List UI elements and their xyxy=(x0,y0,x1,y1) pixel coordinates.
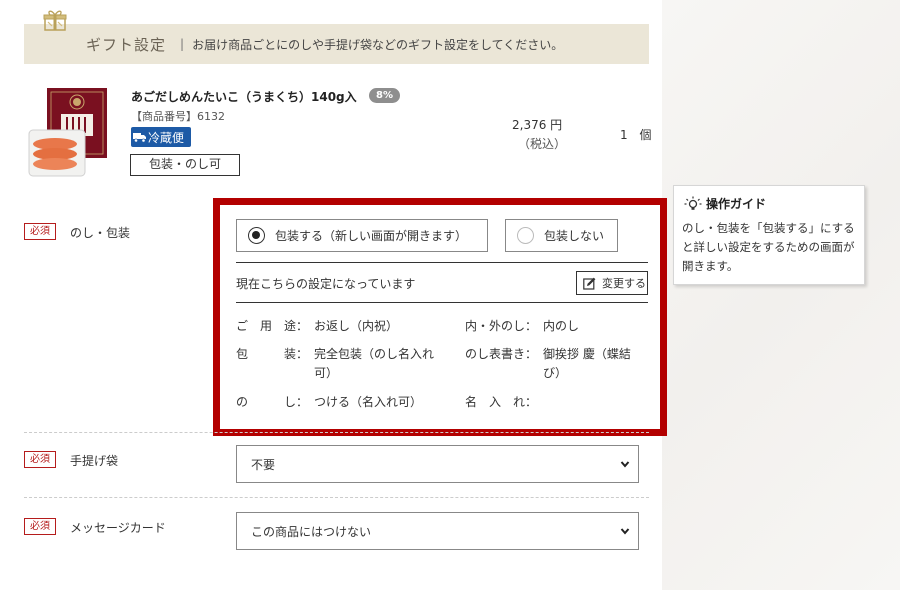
guide-title: 操作ガイド xyxy=(684,195,766,212)
change-settings-button[interactable]: 変更する xyxy=(576,271,648,295)
chevron-down-icon xyxy=(620,461,630,468)
product-number: 【商品番号】6132 xyxy=(131,110,225,123)
row-divider xyxy=(24,497,649,498)
detail-noshi-value: つける（名入れ可） xyxy=(314,395,423,409)
required-badge-bag: 必須 xyxy=(24,451,56,468)
detail-inner-outer-value: 内のし xyxy=(543,319,580,333)
shopping-bag-select[interactable]: 不要 xyxy=(236,445,639,483)
chevron-down-icon xyxy=(620,528,630,535)
delivery-badge-label: 冷蔵便 xyxy=(148,130,185,145)
gift-settings-separator: | xyxy=(180,37,185,51)
gift-settings-title: ギフト設定 xyxy=(86,35,167,54)
detail-inscription-value-line2: び） xyxy=(543,366,568,380)
divider-top xyxy=(236,262,648,263)
product-name: あごだしめんたいこ（うまくち）140g入 xyxy=(131,90,357,104)
radio-wrap-selected[interactable] xyxy=(248,227,265,244)
wrapping-available-label: 包装・のし可 xyxy=(130,154,240,176)
required-badge-noshi: 必須 xyxy=(24,223,56,240)
price-tax-note: （税込） xyxy=(518,137,567,151)
option-wrap-label: 包装する（新しい画面が開きます） xyxy=(275,229,468,243)
message-card-label: メッセージカード xyxy=(70,521,166,535)
gift-settings-description: お届け商品ごとにのしや手提げ袋などのギフト設定をしてください。 xyxy=(192,37,564,52)
shopping-bag-selected-value: 不要 xyxy=(251,457,276,472)
option-wrap[interactable]: 包装する（新しい画面が開きます） xyxy=(236,219,488,252)
detail-inner-outer-label: 内・外のし： xyxy=(465,319,538,333)
detail-use-value: お返し（内祝） xyxy=(314,319,399,333)
product-price: 2,376 円 xyxy=(512,118,563,132)
detail-inscription-value-line1: 御挨拶 慶（蝶結 xyxy=(543,347,631,361)
detail-wrap-label: 包 装： xyxy=(236,347,309,361)
refrigerated-delivery-badge: 冷蔵便 xyxy=(131,127,191,147)
detail-use-label: ご 用 途： xyxy=(236,319,309,333)
option-no-wrap-label: 包装しない xyxy=(544,229,605,243)
gift-icon xyxy=(43,10,67,31)
guide-text: のし・包装を「包装する」にすると詳しい設定をするための画面が開きます。 xyxy=(682,221,855,273)
noshi-label: のし・包装 xyxy=(70,226,131,240)
current-setting-text: 現在こちらの設定になっています xyxy=(236,277,416,291)
tax-rate-badge: 8% xyxy=(369,88,400,103)
edit-icon xyxy=(583,277,596,290)
required-badge-card: 必須 xyxy=(24,518,56,535)
shopping-bag-label: 手提げ袋 xyxy=(70,454,119,468)
guide-title-text: 操作ガイド xyxy=(706,197,767,211)
gift-settings-header: ギフト設定 | お届け商品ごとにのしや手提げ袋などのギフト設定をしてください。 xyxy=(24,24,649,64)
side-background xyxy=(662,0,900,590)
row-divider xyxy=(24,432,649,433)
detail-inscription-label: のし表書き： xyxy=(465,347,538,361)
message-card-selected-value: この商品にはつけない xyxy=(251,524,372,539)
divider-bottom xyxy=(236,302,648,303)
product-quantity: 1 個 xyxy=(620,128,656,142)
product-image xyxy=(28,88,107,177)
message-card-select[interactable]: この商品にはつけない xyxy=(236,512,639,550)
detail-wrap-value-line2: 可） xyxy=(314,366,339,380)
detail-noshi-label: の し： xyxy=(236,395,309,409)
detail-wrap-value-line1: 完全包装（のし名入れ xyxy=(314,347,435,361)
option-no-wrap[interactable]: 包装しない xyxy=(505,219,618,252)
change-button-label: 変更する xyxy=(602,277,646,290)
radio-no-wrap[interactable] xyxy=(517,227,534,244)
detail-name-label: 名 入 れ： xyxy=(465,395,538,409)
truck-icon xyxy=(133,133,146,143)
lightbulb-icon xyxy=(684,196,702,210)
